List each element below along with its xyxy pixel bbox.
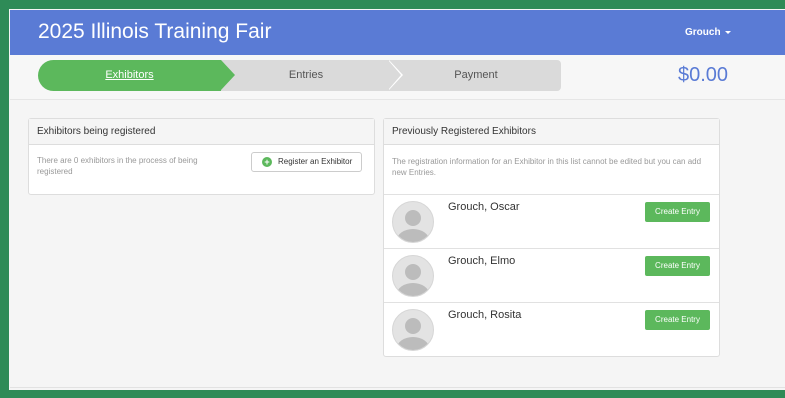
pending-exhibitors-panel: Exhibitors being registered There are 0 …	[28, 118, 375, 195]
exhibitor-name: Grouch, Oscar	[448, 201, 520, 213]
user-menu-label: Grouch	[685, 27, 721, 38]
previous-note: The registration information for an Exhi…	[392, 157, 702, 177]
avatar-body	[397, 283, 429, 296]
avatar-body	[397, 229, 429, 242]
step-entries[interactable]: Entries	[221, 60, 391, 91]
step-exhibitors[interactable]: Exhibitors	[38, 60, 221, 91]
top-navbar: 2025 Illinois Training Fair Grouch	[10, 10, 785, 55]
step-arrow-icon	[221, 60, 235, 90]
register-exhibitor-button[interactable]: + Register an Exhibitor	[251, 152, 362, 172]
caret-down-icon	[724, 30, 731, 34]
avatar-head	[405, 210, 421, 226]
cart-total: $0.00	[678, 64, 729, 86]
exhibitor-name: Grouch, Elmo	[448, 255, 516, 267]
progress-bar: Exhibitors Entries Payment $0.00	[10, 55, 785, 100]
avatar-icon	[392, 309, 434, 351]
plus-circle-icon: +	[262, 157, 272, 167]
avatar-head	[405, 264, 421, 280]
create-entry-button[interactable]: Create Entry	[645, 202, 710, 222]
footer-divider	[10, 387, 785, 388]
register-exhibitor-label: Register an Exhibitor	[278, 157, 353, 166]
create-entry-button[interactable]: Create Entry	[645, 256, 710, 276]
pending-note: There are 0 exhibitors in the process of…	[37, 156, 198, 176]
previous-exhibitors-panel: Previously Registered Exhibitors The reg…	[383, 118, 720, 357]
create-entry-button[interactable]: Create Entry	[645, 310, 710, 330]
exhibitor-row: Grouch, Elmo Create Entry	[384, 248, 719, 303]
avatar-icon	[392, 255, 434, 297]
avatar-icon	[392, 201, 434, 243]
step-payment[interactable]: Payment	[391, 60, 561, 91]
wizard-steps: Exhibitors Entries Payment	[38, 60, 561, 91]
user-menu[interactable]: Grouch	[685, 26, 731, 40]
panel-title: Exhibitors being registered	[29, 119, 374, 145]
exhibitor-row: Grouch, Rosita Create Entry	[384, 302, 719, 357]
app-title[interactable]: 2025 Illinois Training Fair	[38, 20, 271, 44]
step-arrow-icon	[388, 60, 401, 90]
exhibitor-row: Grouch, Oscar Create Entry	[384, 194, 719, 249]
panel-title: Previously Registered Exhibitors	[384, 119, 719, 145]
avatar-head	[405, 318, 421, 334]
exhibitor-name: Grouch, Rosita	[448, 309, 522, 321]
step-exhibitors-label: Exhibitors	[105, 69, 154, 81]
avatar-body	[397, 337, 429, 350]
